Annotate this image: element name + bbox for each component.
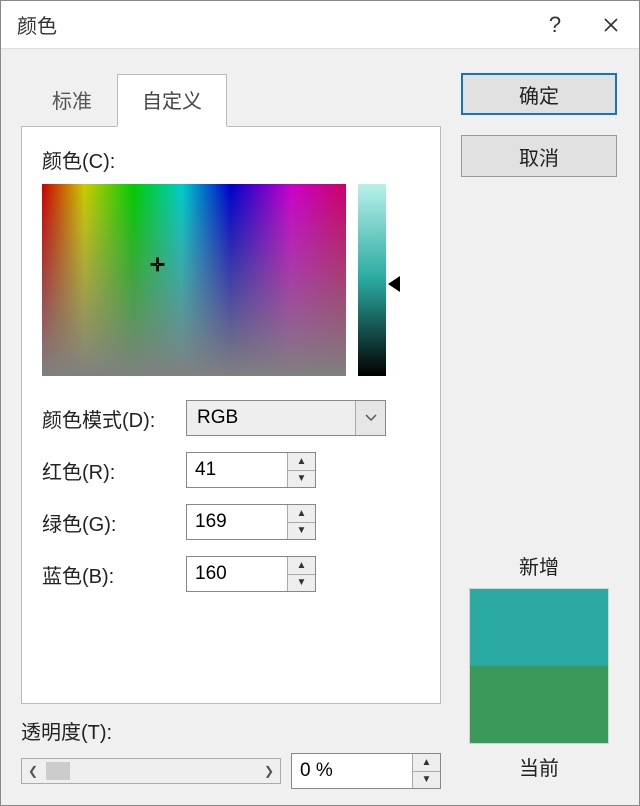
preview-new-swatch <box>470 589 608 666</box>
color-model-label: 颜色模式(D): <box>42 404 172 433</box>
transparency-spinner[interactable]: 0 % ▲▼ <box>291 753 441 789</box>
blue-spinner[interactable]: 160 ▲▼ <box>186 556 316 592</box>
color-field-cursor: ✛ <box>150 257 166 273</box>
transparency-label: 透明度(T): <box>21 716 441 745</box>
green-spinner[interactable]: 169 ▲▼ <box>186 504 316 540</box>
slider-thumb[interactable] <box>46 762 70 780</box>
cancel-button[interactable]: 取消 <box>461 135 617 177</box>
help-button[interactable]: ? <box>527 1 583 49</box>
green-spin-up[interactable]: ▲ <box>288 505 315 523</box>
blue-value[interactable]: 160 <box>187 557 287 591</box>
transparency-spin-up[interactable]: ▲ <box>413 754 440 772</box>
red-spin-up[interactable]: ▲ <box>288 453 315 471</box>
color-model-select[interactable]: RGB <box>186 400 386 436</box>
colors-label: 颜色(C): <box>42 145 420 174</box>
close-icon <box>603 17 619 33</box>
red-value[interactable]: 41 <box>187 453 287 487</box>
current-color-label: 当前 <box>519 752 559 781</box>
slider-right-button[interactable]: ❯ <box>258 759 280 783</box>
color-field[interactable]: ✛ <box>42 184 346 376</box>
red-spinner[interactable]: 41 ▲▼ <box>186 452 316 488</box>
blue-spin-up[interactable]: ▲ <box>288 557 315 575</box>
blue-spin-down[interactable]: ▼ <box>288 575 315 592</box>
tab-custom[interactable]: 自定义 <box>117 74 227 127</box>
transparency-spin-down[interactable]: ▼ <box>413 772 440 789</box>
color-model-value: RGB <box>197 407 238 429</box>
color-dialog: 颜色 ? 标准 自定义 颜色(C): ✛ <box>0 0 640 806</box>
custom-tab-panel: 颜色(C): ✛ 颜色模式(D): RGB <box>21 126 441 704</box>
green-spin-down[interactable]: ▼ <box>288 523 315 540</box>
red-label: 红色(R): <box>42 456 172 485</box>
transparency-value[interactable]: 0 % <box>292 754 412 788</box>
color-preview <box>469 588 609 744</box>
chevron-down-icon <box>365 414 377 422</box>
titlebar: 颜色 ? <box>1 1 639 49</box>
green-label: 绿色(G): <box>42 508 172 537</box>
transparency-slider[interactable]: ❮ ❯ <box>21 758 281 784</box>
tab-strip: 标准 自定义 <box>27 73 441 126</box>
blue-label: 蓝色(B): <box>42 560 172 589</box>
preview-current-swatch <box>470 666 608 743</box>
tab-standard[interactable]: 标准 <box>27 74 117 127</box>
luminance-arrow-icon[interactable] <box>388 276 400 292</box>
slider-left-button[interactable]: ❮ <box>22 759 44 783</box>
green-value[interactable]: 169 <box>187 505 287 539</box>
new-color-label: 新增 <box>519 551 559 580</box>
luminance-bar[interactable] <box>358 184 386 376</box>
color-model-dropdown-button[interactable] <box>355 401 385 435</box>
ok-button[interactable]: 确定 <box>461 73 617 115</box>
close-button[interactable] <box>583 1 639 49</box>
red-spin-down[interactable]: ▼ <box>288 471 315 488</box>
dialog-title: 颜色 <box>17 10 527 39</box>
